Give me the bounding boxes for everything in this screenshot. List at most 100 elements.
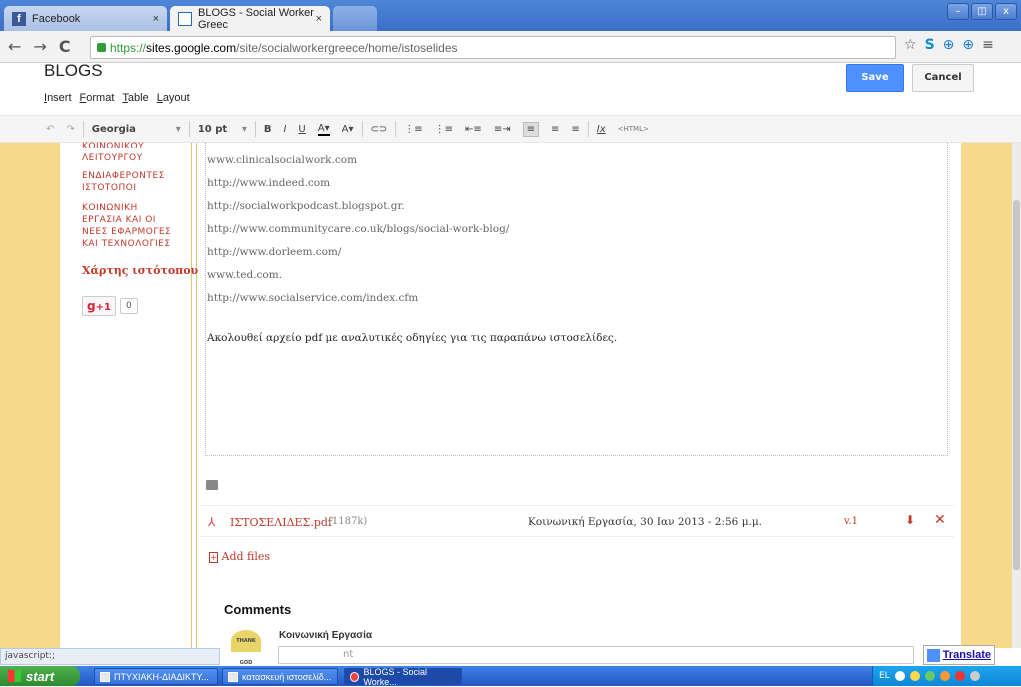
close-window-button[interactable]: x [995,3,1017,20]
align-left-icon[interactable]: ≡ [522,121,539,137]
formatting-toolbar: ↶ ↷ Georgia ▾ 10 pt ▾ B I U A▾ A▾ ⊂⊃ ⋮≡ … [0,115,1021,143]
content-link[interactable]: http://www.indeed.com [207,177,330,189]
tab-title: Facebook [32,12,81,25]
redo-icon[interactable]: ↷ [66,124,74,135]
editor-menu: Insert Format Table Layout [44,92,190,104]
align-right-icon[interactable]: ≡ [571,124,579,135]
taskbar-item[interactable]: κατασκευή ιστοσελίδ... [222,668,338,685]
align-center-icon[interactable]: ≡ [551,124,559,135]
tab-title: BLOGS - Social Worker Greec [198,6,314,31]
start-button[interactable]: start [0,666,80,686]
link-icon[interactable]: ⊂⊃ [371,124,388,135]
divider [587,121,589,137]
url-input[interactable]: https:// sites.google.com /site/socialwo… [90,36,896,59]
description-text: Ακολουθεί αρχείο pdf με αναλυτικές οδηγί… [207,332,618,344]
tab-facebook[interactable]: f Facebook × [4,6,167,31]
system-tray: EL [872,666,1021,686]
sidebar-item[interactable]: ΚΑΙ ΤΕΧΝΟΛΟΓΙΕΣ [82,238,171,250]
bullet-list-icon[interactable]: ⋮≡ [435,124,453,135]
divider [361,121,363,137]
google-sites-icon [178,11,192,26]
menu-table[interactable]: Table [122,92,148,104]
taskbar-item[interactable]: BLOGS - Social Worke... [344,667,462,687]
tab-close-icon[interactable]: × [316,13,322,25]
delete-icon[interactable]: ✕ [934,512,946,528]
bookmark-star-icon[interactable]: ☆ [904,37,917,53]
content-link[interactable]: http://www.socialservice.com/index.cfm [207,292,418,304]
bold-icon[interactable]: B [264,124,272,135]
tray-icon[interactable] [894,671,905,681]
text-color-icon[interactable]: A▾ [317,123,330,136]
forward-arrow-icon[interactable]: → [33,37,46,56]
numbered-list-icon[interactable]: ⋮≡ [404,124,422,135]
gplus-count: 0 [119,298,138,314]
tab-close-icon[interactable]: × [153,13,159,25]
back-arrow-icon[interactable]: ← [8,37,21,56]
tab-blogs[interactable]: BLOGS - Social Worker Greec × [170,6,330,31]
sidebar-item[interactable]: ΚΟΙΝΩΝΙΚΗ [82,202,138,214]
save-button[interactable]: Save [846,64,904,92]
underline-icon[interactable]: U [298,124,305,135]
font-size-select[interactable]: 10 pt [198,124,230,135]
translate-widget[interactable]: Translate [923,645,995,665]
italic-icon[interactable]: I [283,124,286,135]
menu-icon[interactable]: ≡ [982,37,994,53]
content-link[interactable]: http://www.dorleem.com/ [207,246,341,258]
skype-icon[interactable]: S [925,37,935,53]
sidebar-item[interactable]: ΝΕΕΣ ΕΦΑΡΜΟΓΕΣ [82,226,171,238]
minimize-button[interactable]: – [947,3,969,20]
sitemap-link[interactable]: Χάρτης ιστότοπου [82,264,198,277]
menu-insert[interactable]: Insert [44,92,72,104]
scrollbar-thumb[interactable] [1013,200,1020,570]
extension-icon[interactable]: ⊕ [943,37,955,53]
tray-icon[interactable] [939,671,950,681]
html-button[interactable]: <HTML> [618,125,649,133]
sidebar-item[interactable]: ΕΝΔΙΑΦΕΡΟΝΤΕΣ [82,170,165,182]
url-host: sites.google.com [146,40,237,55]
content-link[interactable]: www.ted.com. [207,269,282,281]
indent-more-icon[interactable]: ≡⇥ [494,124,511,135]
attachment-version[interactable]: v.1 [844,516,858,527]
undo-icon[interactable]: ↶ [46,124,54,135]
font-family-select[interactable]: Georgia [92,124,164,135]
extension-icon[interactable]: ⊕ [962,37,974,53]
divider [395,121,397,137]
commenter-name: Κοινωνική Εργασία [279,630,373,641]
highlight-icon[interactable]: A▾ [342,124,354,135]
gplus-button[interactable]: g+1 [82,296,116,316]
tray-icon[interactable] [969,671,980,681]
sidebar-item[interactable]: ΚΟΙΝΩΝΙΚΟΥ [82,141,144,148]
tray-icon[interactable] [954,671,965,681]
google-translate-icon [927,648,940,662]
menu-format[interactable]: Format [80,92,115,104]
content-link[interactable]: http://www.communitycare.co.uk/blogs/soc… [207,223,509,235]
content-link[interactable]: www.clinicalsocialwork.com [207,154,357,166]
download-icon[interactable]: ⬇ [905,513,915,527]
sidebar-item[interactable]: ΛΕΙΤΟΥΡΓΟΥ [82,152,143,164]
content-link[interactable]: http://socialworkpodcast.blogspot.gr. [207,200,405,212]
cancel-button[interactable]: Cancel [912,64,974,92]
sidebar-item[interactable]: ΕΡΓΑΣΙΑ ΚΑΙ ΟΙ [82,214,156,226]
menu-layout[interactable]: Layout [157,92,190,104]
chevron-down-icon[interactable]: ▾ [242,124,247,135]
language-indicator[interactable]: EL [879,671,890,681]
indent-less-icon[interactable]: ⇤≡ [465,124,482,135]
sidebar-item[interactable]: ΙΣΤΟΤΟΠΟΙ [82,182,137,194]
chrome-icon [350,671,360,682]
add-files-link[interactable]: + Add files [209,550,270,563]
translate-link[interactable]: Translate [943,649,991,661]
windows-logo-icon [8,670,21,682]
divider [82,121,84,137]
attachment-filename[interactable]: ΙΣΤΟΣΕΛΙΔΕΣ.pdf [230,516,332,529]
chevron-down-icon[interactable]: ▾ [176,124,181,135]
tray-icon[interactable] [909,671,920,681]
taskbar-item[interactable]: ΠΤΥΧΙΑΚΗ-ΔΙΑΔΙΚΤΥ... [94,668,218,685]
attachment-author-date: Κοινωνική Εργασία, 30 Ιαν 2013 - 2:56 μ.… [528,516,763,528]
reload-icon[interactable]: C [59,37,71,56]
new-tab-button[interactable] [333,6,377,31]
clear-format-icon[interactable]: Ix [597,124,606,135]
maximize-button[interactable]: ◫ [971,3,993,20]
tray-icon[interactable] [924,671,935,681]
comment-input[interactable]: nt [278,646,914,664]
divider [254,121,256,137]
